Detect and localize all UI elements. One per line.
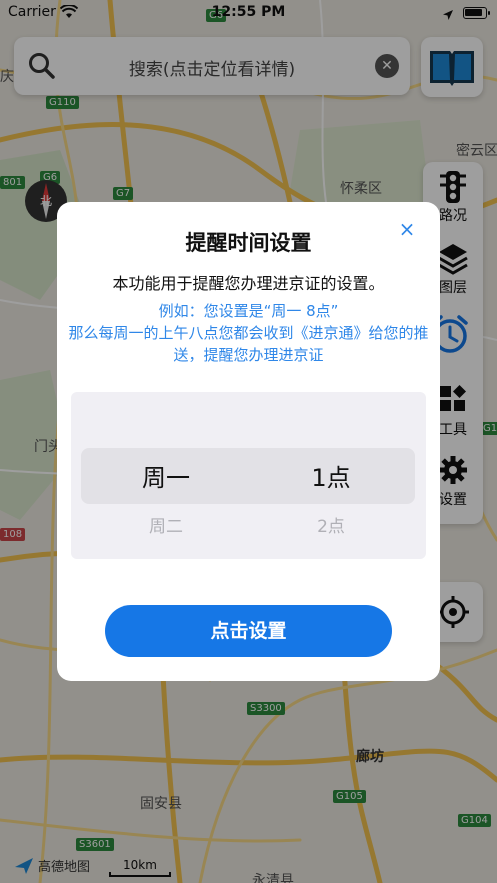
- day-picker-column[interactable]: 周一 周二: [81, 392, 251, 559]
- dialog-title: 提醒时间设置: [185, 231, 312, 255]
- time-picker[interactable]: 周一 周二 1点 2点: [71, 392, 426, 559]
- example-line-1: 例如：您设置是“周一 8点”: [158, 302, 339, 320]
- hour-picker-column[interactable]: 1点 2点: [246, 392, 416, 559]
- hour-option[interactable]: 2点: [246, 512, 416, 537]
- dialog-example: 例如：您设置是“周一 8点” 那么每周一的上午八点您都会收到《进京通》给您的推送…: [67, 300, 430, 366]
- day-selected[interactable]: 周一: [81, 458, 251, 493]
- hour-selected[interactable]: 1点: [246, 458, 416, 493]
- dialog-description: 本功能用于提醒您办理进京证的设置。: [112, 274, 385, 293]
- day-option[interactable]: 周二: [81, 512, 251, 537]
- set-reminder-button[interactable]: 点击设置: [105, 605, 392, 657]
- example-line-2: 那么每周一的上午八点您都会收到《进京通》给您的推送，提醒您办理进京证: [68, 324, 429, 364]
- reminder-time-dialog: × 提醒时间设置 本功能用于提醒您办理进京证的设置。 例如：您设置是“周一 8点…: [57, 202, 440, 681]
